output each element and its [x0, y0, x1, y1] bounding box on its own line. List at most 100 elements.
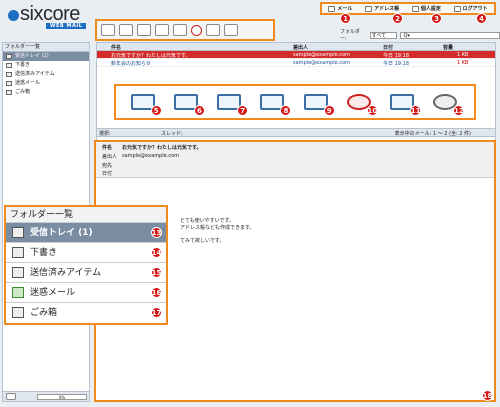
delete-button[interactable]	[191, 24, 202, 36]
callout-badge: 11	[410, 105, 422, 116]
trash-icon	[6, 90, 12, 95]
folder-zoom-label: 受信トレイ (1)	[30, 228, 93, 238]
col-size[interactable]: 容量	[443, 44, 453, 51]
trash-icon	[12, 307, 24, 318]
nav-mail-label: メール	[337, 6, 353, 12]
filter-bar: フォルダー: すべて Q▾	[340, 28, 500, 42]
drafts-icon	[12, 247, 24, 258]
sidebar-item-trash[interactable]: ごみ箱	[3, 88, 89, 97]
preview-subject-label: 件名	[102, 145, 113, 151]
spam-icon	[6, 81, 12, 86]
folder-zoom-sent[interactable]: 送信済みアイテム 15	[6, 263, 166, 283]
receive-button[interactable]	[101, 24, 115, 36]
preview-body: とても使いやすいです。 アドレス帳なども作成できます。 てみて欲しいです。	[180, 218, 255, 245]
sidebar-item-drafts[interactable]: 下書き	[3, 61, 89, 70]
gear-large-icon: 12	[433, 91, 465, 116]
callout-badge: 7	[237, 105, 249, 116]
sidebar-item-label: 下書き	[15, 62, 31, 68]
sent-icon	[6, 72, 12, 77]
folder-zoom-trash[interactable]: ごみ箱 17	[6, 303, 166, 323]
delete-large-icon: 10	[346, 91, 378, 116]
inbox-icon	[6, 54, 12, 59]
nav-addressbook[interactable]: アドレス帳	[365, 5, 399, 12]
preview-header: 件名 お元気ですか？わたしは元気です。 差出人 sample@example.c…	[96, 142, 494, 178]
sidebar-item-inbox[interactable]: 受信トレイ (1)	[3, 52, 89, 61]
sidebar-item-label: 迷惑メール	[15, 80, 41, 86]
row-date: 今日 19:18	[383, 61, 409, 67]
row-size: 1 KB	[457, 60, 469, 66]
callout-badge: 15	[151, 267, 162, 278]
nav-logout[interactable]: ログアウト	[453, 5, 488, 12]
preview-body-line: アドレス帳なども作成できます。	[180, 225, 255, 231]
forward-large-icon: 9	[303, 91, 335, 116]
nav-logout-label: ログアウト	[462, 6, 488, 12]
callout-badge: 9	[323, 105, 335, 116]
sidebar-item-spam[interactable]: 迷惑メール	[3, 79, 89, 88]
folder-zoom-spam[interactable]: 迷惑メール 16	[6, 283, 166, 303]
callout-badge: 17	[151, 307, 162, 318]
filter-select[interactable]: すべて	[369, 31, 398, 39]
brand-subtitle: WEB MAIL	[46, 23, 87, 29]
table-row[interactable]: お元気ですか？わたしは元気です。 sample@example.com 今日 1…	[97, 51, 495, 59]
folder-zoom-callout: フォルダー一覧 受信トレイ (1) 13 下書き 14 送信済みアイテム 15 迷惑メ…	[4, 205, 168, 325]
sidebar-title: フォルダー一覧	[3, 43, 89, 52]
logout-icon	[453, 5, 461, 12]
sidebar-footer: 0%	[3, 391, 89, 401]
callout-badge: 1	[340, 13, 351, 24]
callout-badge: 10	[366, 105, 378, 116]
row-subject: お元気ですか？わたしは元気です。	[111, 53, 191, 59]
mark-button[interactable]	[206, 24, 220, 36]
sidebar-item-label: ごみ箱	[15, 89, 31, 95]
sidebar-item-sent[interactable]: 送信済みアイテム	[3, 70, 89, 79]
callout-badge: 12	[453, 105, 465, 116]
table-row[interactable]: 新年会のお知らせ sample@example.com 今日 19:18 1 K…	[97, 59, 495, 67]
col-date[interactable]: 日付	[383, 44, 393, 51]
preview-to-label: 宛先	[102, 163, 113, 169]
preview-from[interactable]: sample@example.com	[122, 153, 179, 159]
nav-settings[interactable]: 個人設定	[411, 5, 441, 12]
callout-badge: 14	[151, 247, 162, 258]
callout-badge: 6	[193, 105, 205, 116]
row-size: 1 KB	[457, 52, 469, 58]
mail-icon	[328, 5, 336, 12]
mail-toolbar	[95, 19, 275, 41]
folder-options-button[interactable]	[6, 393, 16, 400]
preview-body-line: とても使いやすいです。	[180, 218, 234, 224]
folder-zoom-label: ごみ箱	[30, 308, 58, 318]
list-header: 件名 差出人 日付 容量	[97, 43, 495, 51]
addressbook-icon	[365, 5, 373, 12]
folder-zoom-drafts[interactable]: 下書き 14	[6, 243, 166, 263]
filter-label: フォルダー:	[340, 29, 361, 42]
mark-large-icon: 11	[390, 91, 422, 116]
callout-badge: 5	[150, 105, 162, 116]
col-subject[interactable]: 件名	[111, 44, 121, 51]
col-from[interactable]: 差出人	[293, 44, 308, 51]
folder-zoom-inbox[interactable]: 受信トレイ (1) 13	[6, 223, 166, 243]
row-subject: 新年会のお知らせ	[111, 61, 151, 67]
folder-zoom-title: フォルダー一覧	[6, 207, 166, 223]
pager-status: 表示中のメール: 1 ～ 2 (全: 2 件)	[394, 131, 471, 137]
more-options-button[interactable]	[224, 24, 238, 36]
spam-icon	[12, 287, 24, 298]
row-from: sample@example.com	[293, 52, 350, 58]
forward-button[interactable]	[173, 24, 187, 36]
reply-all-button[interactable]	[155, 24, 169, 36]
app-logo: sixcore WEB MAIL	[6, 3, 98, 33]
callout-badge: 8	[280, 105, 292, 116]
search-input[interactable]: Q▾	[400, 31, 500, 39]
compose-button[interactable]	[119, 24, 133, 36]
inbox-icon	[12, 227, 24, 238]
callout-badge: 3	[431, 13, 442, 24]
reply-button[interactable]	[137, 24, 151, 36]
preview-date-label: 日付	[102, 171, 113, 177]
preview-from-label: 差出人	[102, 154, 118, 160]
drafts-icon	[6, 63, 12, 68]
sent-icon	[12, 267, 24, 278]
thread-label: スレッド:	[161, 131, 183, 137]
callout-badge: 2	[392, 13, 403, 24]
logo-mark-icon	[8, 10, 19, 21]
list-pager: 選択: スレッド: 表示中のメール: 1 ～ 2 (全: 2 件)	[96, 128, 496, 137]
nav-mail[interactable]: メール	[328, 5, 352, 12]
compose-large-icon: 6	[173, 91, 205, 116]
select-label: 選択:	[99, 131, 111, 137]
